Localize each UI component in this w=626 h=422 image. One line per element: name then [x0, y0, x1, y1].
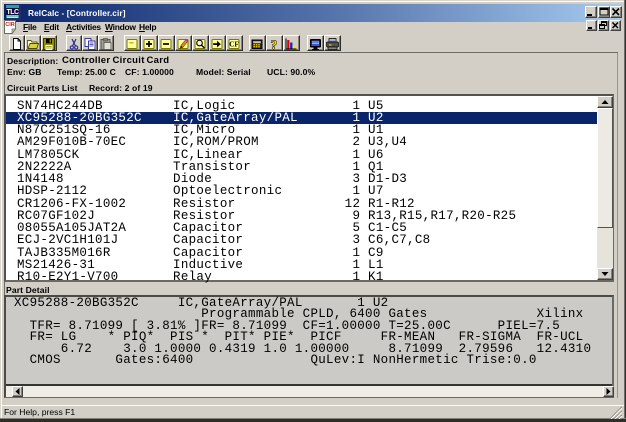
svg-text:?: ?	[271, 38, 278, 50]
svg-text:CIR: CIR	[5, 22, 15, 28]
svg-text:TLC: TLC	[6, 9, 19, 16]
svg-text:CF: CF	[229, 41, 239, 49]
